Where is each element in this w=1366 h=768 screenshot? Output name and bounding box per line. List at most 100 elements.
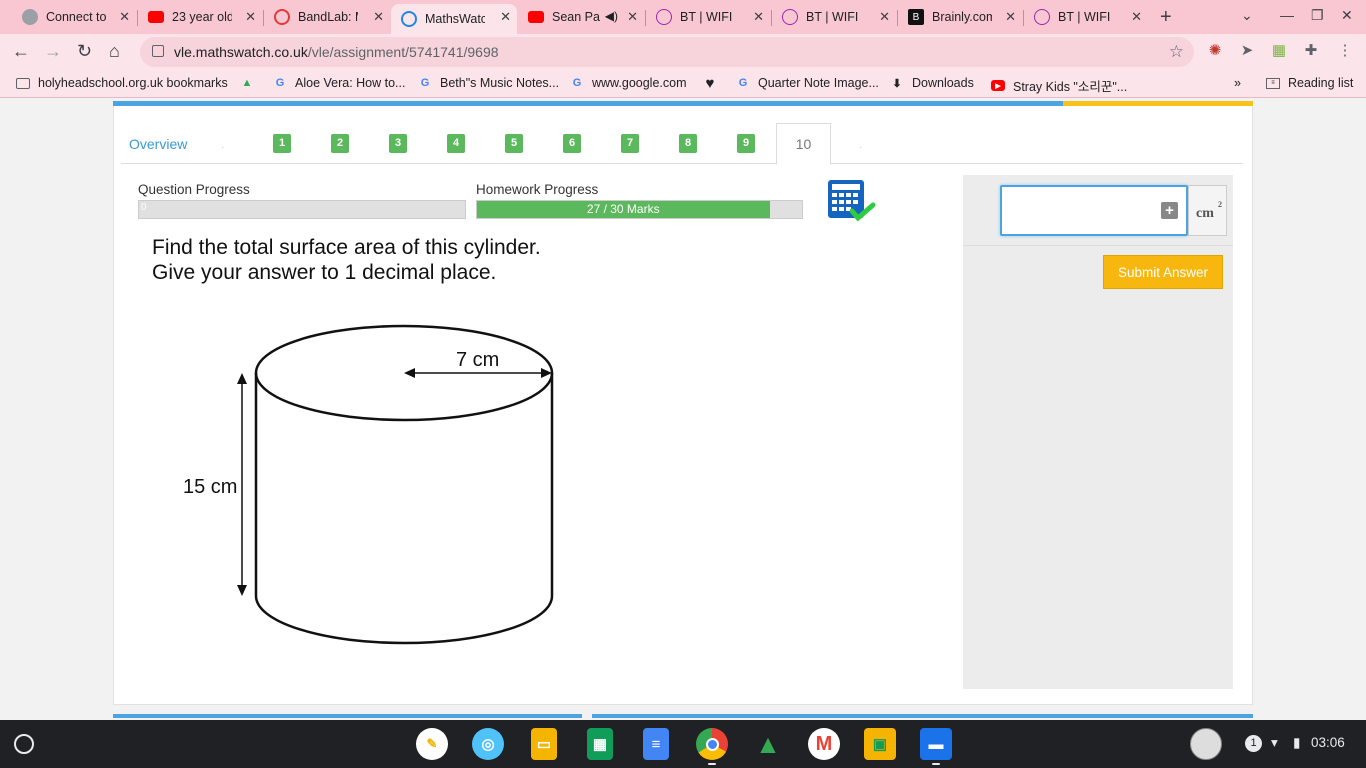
question-tab-9[interactable]: 9 <box>737 134 755 153</box>
close-icon[interactable]: ✕ <box>373 9 384 25</box>
close-icon[interactable]: ✕ <box>879 9 890 25</box>
grid-extension-icon[interactable]: ▦ <box>1271 43 1287 59</box>
browser-tab-strip: Connect to ✕ 23 year old ✕ BandLab: M ✕ … <box>0 0 1366 34</box>
bookmark-item[interactable]: ▶ Stray Kids "소리꾼"... <box>991 76 1127 95</box>
question-tab-5[interactable]: 5 <box>505 134 523 153</box>
reload-icon[interactable]: ↻ <box>77 41 92 62</box>
files-app-icon[interactable]: ▬ <box>920 728 952 760</box>
minimize-icon[interactable]: — <box>1280 7 1294 23</box>
tab-title: 23 year old <box>172 10 232 24</box>
forward-icon[interactable]: → <box>44 41 62 62</box>
keep-app-icon[interactable]: ✎ <box>416 728 448 760</box>
browser-tab[interactable]: BT | WIFI ✕ <box>646 4 770 30</box>
tab-title: MathsWatch <box>425 12 485 26</box>
bookmarks-bar: holyheadschool.org.uk bookmarks ▲ G Aloe… <box>0 70 1366 98</box>
tab-title: BT | WIFI <box>806 10 859 24</box>
browser-tab[interactable]: B Brainly.com ✕ <box>898 4 1022 30</box>
home-icon[interactable]: ⌂ <box>109 41 120 62</box>
question-tab-8[interactable]: 8 <box>679 134 697 153</box>
cylinder-bottom-arc <box>254 595 554 645</box>
question-tab-7[interactable]: 7 <box>621 134 639 153</box>
sheets-app-icon[interactable]: ▦ <box>587 728 613 760</box>
close-icon[interactable]: ✕ <box>500 9 511 25</box>
battery-icon[interactable]: ▮ <box>1293 735 1300 751</box>
bookmark-item[interactable]: ♥ <box>703 75 725 92</box>
close-icon[interactable]: ✕ <box>119 9 130 25</box>
question-tab-1[interactable]: 1 <box>273 134 291 153</box>
extensions-puzzle-icon[interactable]: ✚ <box>1303 43 1319 59</box>
browser-tab[interactable]: Sean Pa ◀) ✕ <box>518 4 644 30</box>
tab-overview[interactable]: Overview <box>129 136 187 152</box>
submit-answer-button[interactable]: Submit Answer <box>1103 255 1223 289</box>
reading-list-button[interactable]: ≡ Reading list <box>1266 76 1353 90</box>
docs-app-icon[interactable]: ≡ <box>643 728 669 760</box>
tab-title: Sean Pa <box>552 10 600 24</box>
radius-label: 7 cm <box>456 349 499 371</box>
close-window-icon[interactable]: ✕ <box>1341 7 1353 24</box>
question-tab-6[interactable]: 6 <box>563 134 581 153</box>
bt-wifi-icon <box>1034 9 1050 25</box>
close-icon[interactable]: ✕ <box>1005 9 1016 25</box>
browser-tab[interactable]: BT | WIFI ✕ <box>1024 4 1148 30</box>
cursor-extension-icon[interactable]: ➤ <box>1239 43 1255 59</box>
tab-title: BT | WIFI <box>680 10 733 24</box>
bt-wifi-icon <box>782 9 798 25</box>
browser-tab-active[interactable]: MathsWatch ✕ <box>391 4 517 34</box>
clock[interactable]: 03:06 <box>1311 735 1345 750</box>
close-icon[interactable]: ✕ <box>245 9 256 25</box>
chrome-app-icon[interactable] <box>696 728 728 760</box>
bookmark-item[interactable]: G Beth"s Music Notes... <box>418 76 559 90</box>
question-tab-2[interactable]: 2 <box>331 134 349 153</box>
question-tab-3[interactable]: 3 <box>389 134 407 153</box>
bookmarks-overflow-button[interactable]: » <box>1234 76 1241 90</box>
avatar[interactable] <box>1190 728 1222 760</box>
answer-input[interactable]: + <box>1000 185 1188 236</box>
back-icon[interactable]: ← <box>12 41 30 62</box>
youtube-icon <box>148 11 164 23</box>
menu-kebab-icon[interactable]: ⋮ <box>1337 43 1353 59</box>
browser-tab[interactable]: BandLab: M ✕ <box>264 4 390 30</box>
bookmark-item[interactable]: G www.google.com <box>570 76 687 90</box>
bookmark-label: » <box>1234 76 1241 90</box>
notification-badge[interactable]: 1 <box>1245 735 1262 752</box>
browser-tab[interactable]: Connect to ✕ <box>12 4 136 30</box>
speaker-icon[interactable]: ◀) <box>605 9 618 23</box>
browser-tab[interactable]: 23 year old ✕ <box>138 4 262 30</box>
bookmark-star-icon[interactable]: ☆ <box>1169 42 1184 62</box>
unit-text: cm <box>1196 206 1214 221</box>
close-icon[interactable]: ✕ <box>753 9 764 25</box>
bookmark-item[interactable]: ⬇ Downloads <box>890 76 973 90</box>
bookmark-folder[interactable]: holyheadschool.org.uk bookmarks <box>16 76 228 90</box>
tab-search-icon[interactable]: ⌄ <box>1241 7 1253 24</box>
question-progress-value: 0 <box>141 202 147 213</box>
address-bar[interactable]: vle.mathswatch.co.uk/vle/assignment/5741… <box>140 37 1194 67</box>
youtube-icon <box>528 11 544 23</box>
launcher-icon[interactable] <box>14 734 34 754</box>
restore-icon[interactable]: ❐ <box>1311 7 1324 24</box>
google-icon: G <box>572 77 582 89</box>
browser-app-icon[interactable]: ◎ <box>472 728 504 760</box>
browser-tab[interactable]: BT | WIFI ✕ <box>772 4 896 30</box>
youtube-icon: ▶ <box>991 80 1005 91</box>
question-tab-10-active[interactable]: 10 <box>776 123 831 165</box>
new-tab-icon[interactable]: + <box>1160 6 1172 29</box>
bookmark-item[interactable]: G Aloe Vera: How to... <box>273 76 406 90</box>
bookmark-label: holyheadschool.org.uk bookmarks <box>38 76 228 90</box>
height-label: 15 cm <box>183 476 237 498</box>
classroom-app-icon[interactable]: ▣ <box>864 728 896 760</box>
extension-icon[interactable]: ✺ <box>1207 43 1223 59</box>
tab-title: BT | WIFI <box>1058 10 1111 24</box>
bookmark-item[interactable]: ▲ <box>240 76 262 90</box>
close-icon[interactable]: ✕ <box>1131 9 1142 25</box>
slides-app-icon[interactable]: ▭ <box>531 728 557 760</box>
wifi-icon[interactable]: ▾ <box>1271 735 1278 751</box>
site-info-icon[interactable] <box>152 45 164 57</box>
calculator-allowed-icon <box>828 180 876 222</box>
google-icon: G <box>275 77 285 89</box>
drive-app-icon[interactable]: ▲ <box>752 728 784 760</box>
gmail-app-icon[interactable]: M <box>808 728 840 760</box>
bookmark-item[interactable]: G Quarter Note Image... <box>736 76 879 90</box>
close-icon[interactable]: ✕ <box>627 9 638 25</box>
plus-icon[interactable]: + <box>1161 202 1178 219</box>
question-tab-4[interactable]: 4 <box>447 134 465 153</box>
